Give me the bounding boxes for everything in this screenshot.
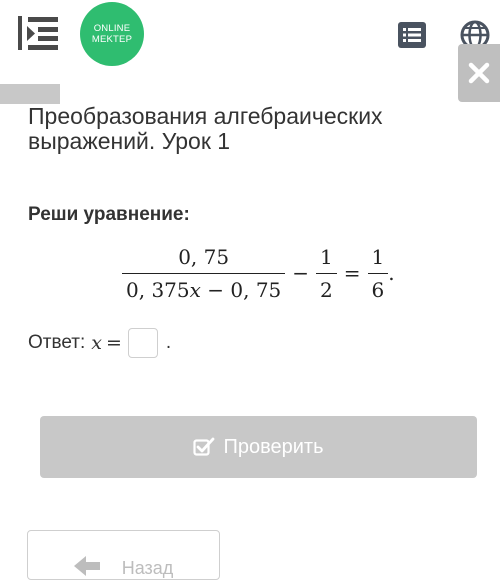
fraction-3-numerator: 1: [371, 244, 385, 269]
check-button[interactable]: Проверить: [40, 416, 477, 478]
arrow-left-icon: [73, 542, 100, 576]
fraction-2-denominator: 2: [316, 272, 337, 302]
close-button[interactable]: [458, 44, 500, 102]
fraction-2: 1 2: [316, 245, 337, 302]
close-icon: [468, 62, 490, 84]
minus-sign: −: [292, 261, 310, 285]
task-label: Реши уравнение:: [28, 204, 190, 225]
answer-variable: x: [91, 332, 102, 354]
logo-line-1: ONLINE: [93, 23, 131, 34]
denominator-constant: − 0, 75: [200, 277, 282, 302]
answer-input[interactable]: [127, 328, 158, 358]
denominator-coefficient: 0, 375: [126, 277, 190, 302]
answer-end-dot: .: [165, 332, 172, 353]
checkbox-check-icon: [193, 437, 215, 456]
equation: 0, 75 0, 375x − 0, 75 − 1 2 = 1 6 .: [122, 240, 395, 306]
logo-line-2: MEKTEP: [91, 34, 133, 45]
fraction-3-denominator: 6: [367, 272, 389, 302]
list-icon[interactable]: [398, 22, 426, 48]
fraction-2-numerator: 1: [320, 244, 333, 269]
side-tab: [0, 84, 60, 104]
online-mektep-logo[interactable]: ONLINE MEKTEP: [80, 2, 144, 66]
lesson-title: Преобразования алгебраических выражений.…: [28, 103, 383, 154]
fraction-1-numerator: 0, 75: [178, 244, 230, 269]
fraction-1: 0, 75 0, 375x − 0, 75: [122, 244, 286, 302]
answer-row: Ответ: x = .: [28, 327, 171, 359]
check-button-label: Проверить: [223, 435, 324, 458]
denominator-variable: x: [189, 277, 201, 302]
top-bar: ONLINE MEKTEP: [0, 0, 500, 88]
answer-label: Ответ:: [28, 332, 86, 353]
back-button[interactable]: Назад: [27, 530, 220, 580]
equals-sign: =: [343, 261, 361, 285]
menu-collapse-icon[interactable]: [18, 14, 60, 54]
answer-equals: =: [106, 332, 122, 354]
fraction-1-denominator: 0, 375x − 0, 75: [122, 272, 286, 302]
equation-end-dot: .: [388, 261, 395, 285]
fraction-3: 1 6: [367, 244, 389, 302]
back-button-label: Назад: [121, 558, 174, 578]
